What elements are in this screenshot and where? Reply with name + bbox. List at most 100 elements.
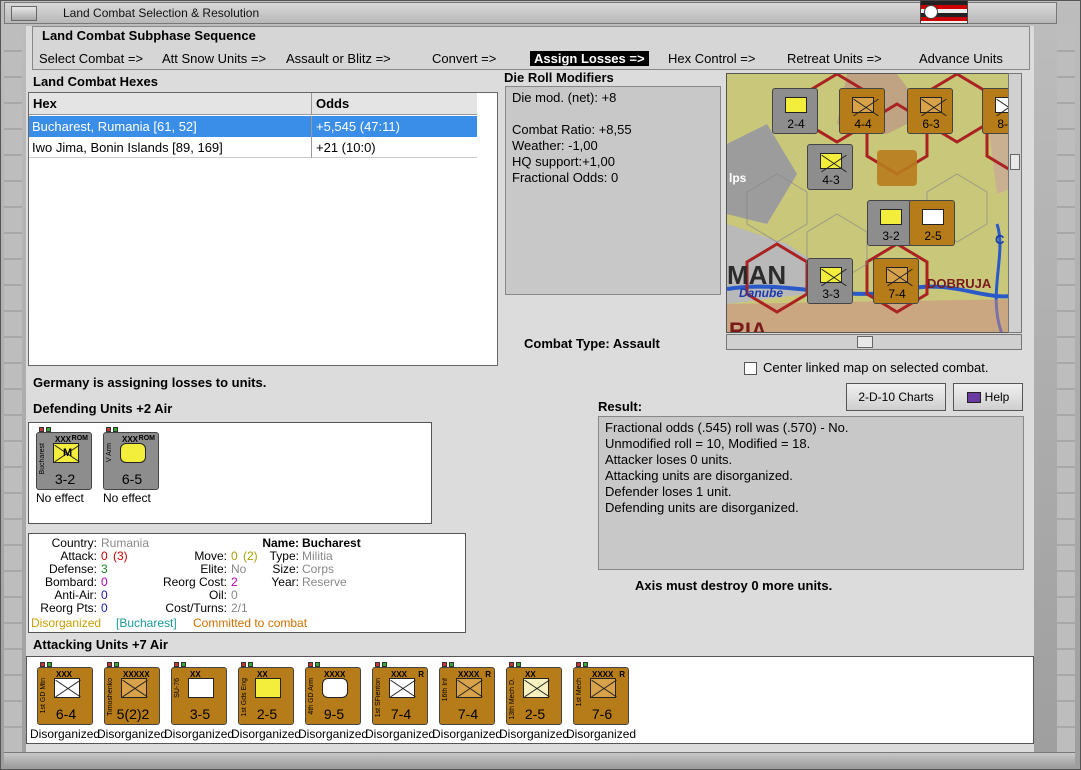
title-bar: Land Combat Selection & Resolution <box>4 2 1057 24</box>
axis-message: Axis must destroy 0 more units. <box>635 578 833 593</box>
result-line: Unmodified roll = 10, Modified = 18. <box>605 436 811 451</box>
die-roll-box: Die mod. (net): +8 Combat Ratio: +8,55 W… <box>505 86 721 295</box>
detail-value: 0 <box>101 588 108 602</box>
combat-type: Combat Type: Assault <box>524 336 660 351</box>
map-counter[interactable]: 4-4 <box>839 88 885 134</box>
result-line: Defending units are disorganized. <box>605 500 799 515</box>
detail-label: Attack: <box>60 549 97 563</box>
attacking-label: Attacking Units +7 Air <box>33 637 168 652</box>
center-map-checkbox[interactable] <box>744 362 757 375</box>
assign-losses-message: Germany is assigning losses to units. <box>33 375 267 390</box>
detail-value: No <box>231 562 247 576</box>
map-horizontal-scrollbar[interactable] <box>726 334 1022 350</box>
detail-label: Type: <box>269 549 299 563</box>
attacking-unit-counter[interactable]: XXXXX Timoshenko 5(2)2 <box>104 662 160 725</box>
col-odds[interactable]: Odds <box>316 96 349 111</box>
attacking-unit-counter[interactable]: XX 13th Mech D. 2-5 <box>506 662 562 725</box>
map-vertical-scrollbar[interactable] <box>1008 73 1022 333</box>
attacking-unit-counter[interactable]: XX SU-76 3-5 <box>171 662 227 725</box>
map-label: RIA <box>729 318 767 333</box>
map-counter[interactable]: 3-3 <box>807 258 853 304</box>
map-counter[interactable]: 4-3 <box>807 144 853 190</box>
step-convert[interactable]: Convert => <box>432 51 496 66</box>
defending-unit-counter[interactable]: XXX Bucharest ROM M 3-2 <box>36 427 92 490</box>
detail-value: 0 <box>101 601 108 615</box>
die-roll-line: Die mod. (net): +8 <box>512 90 617 105</box>
defending-units-box: XXX Bucharest ROM M 3-2 No effect XXX V … <box>28 422 432 524</box>
system-menu-button[interactable] <box>11 6 37 21</box>
defending-unit-counter[interactable]: XXX V Arm ROM 6-5 <box>103 427 159 490</box>
detail-value: 0 <box>101 549 108 563</box>
attacking-unit-status: Disorganized <box>298 727 369 741</box>
map-counter[interactable]: 6-3 <box>907 88 953 134</box>
map-counter[interactable]: 2-5 <box>909 200 955 246</box>
attacking-unit-status: Disorganized <box>97 727 168 741</box>
attacking-unit-status: Disorganized <box>365 727 436 741</box>
die-roll-label: Die Roll Modifiers <box>504 70 614 85</box>
map-counter[interactable]: 2-4 <box>772 88 818 134</box>
nation-flag-icon <box>920 0 968 24</box>
map-label: Danube <box>739 286 784 300</box>
result-line: Attacker loses 0 units. <box>605 452 733 467</box>
unit-details: Country: Rumania Attack: 0 (3) Defense: … <box>28 533 466 633</box>
center-map-label: Center linked map on selected combat. <box>763 360 989 375</box>
detail-value: Bucharest <box>302 536 361 550</box>
attacking-unit-counter[interactable]: XXXX 1st Mech R 7-6 <box>573 662 629 725</box>
col-hex[interactable]: Hex <box>33 96 57 111</box>
detail-value: Militia <box>302 549 333 563</box>
detail-label: Size: <box>272 562 299 576</box>
map-label: DOBRUJA <box>927 276 992 291</box>
hex-cell: Bucharest, Rumania [61, 52] <box>32 119 197 134</box>
step-assign-losses[interactable]: Assign Losses => <box>530 51 649 66</box>
hex-row[interactable]: Bucharest, Rumania [61, 52] +5,545 (47:1… <box>29 116 477 137</box>
map-counter[interactable]: 7-4 <box>873 258 919 304</box>
aircraft-counter-icon[interactable] <box>877 150 917 186</box>
attacking-unit-counter[interactable]: XXXX 4th GD Arm 9-5 <box>305 662 361 725</box>
die-roll-line: HQ support:+1,00 <box>512 154 615 169</box>
attacking-unit-counter[interactable]: XXX 1st GD Mtn 6-4 <box>37 662 93 725</box>
defending-unit-result: No effect <box>36 491 84 505</box>
detail-value: 2/1 <box>231 601 248 615</box>
map-label: C <box>995 232 1005 247</box>
defending-label: Defending Units +2 Air <box>33 401 173 416</box>
map-counter[interactable]: 3-2 <box>867 200 913 246</box>
attacking-unit-status: Disorganized <box>164 727 235 741</box>
detail-label: Country: <box>51 536 97 550</box>
hex-table: Hex Odds Bucharest, Rumania [61, 52] +5,… <box>28 92 498 366</box>
detail-value: 3 <box>101 562 108 576</box>
attacking-units-box: XXX 1st GD Mtn 6-4 Disorganized XXXXX Timo… <box>26 656 1034 744</box>
result-line: Attacking units are disorganized. <box>605 468 793 483</box>
die-roll-line: Fractional Odds: 0 <box>512 170 619 185</box>
step-select-combat[interactable]: Select Combat => <box>39 51 143 66</box>
step-advance-units[interactable]: Advance Units <box>919 51 1003 66</box>
detail-label: Year: <box>271 575 299 589</box>
detail-label: Cost/Turns: <box>165 601 227 615</box>
help-button[interactable]: Help <box>953 383 1023 411</box>
step-assault-or-blitz[interactable]: Assault or Blitz => <box>286 51 391 66</box>
detail-value: Corps <box>302 562 335 576</box>
result-line: Defender loses 1 unit. <box>605 484 732 499</box>
step-att-snow-units[interactable]: Att Snow Units => <box>162 51 266 66</box>
help-book-icon <box>966 391 981 403</box>
detail-label: Anti-Air: <box>54 588 97 602</box>
combat-type-label: Combat Type: <box>524 336 610 351</box>
detail-value: Rumania <box>101 536 150 550</box>
step-retreat-units[interactable]: Retreat Units => <box>787 51 882 66</box>
status-location: [Bucharest] <box>116 616 177 630</box>
odds-cell: +5,545 (47:11) <box>316 119 400 134</box>
result-line: Fractional odds (.545) roll was (.570) -… <box>605 420 849 435</box>
hex-row[interactable]: Iwo Jima, Bonin Islands [89, 169] +21 (1… <box>29 137 477 158</box>
linked-map[interactable]: lps MAN Danube DOBRUJA RIA C 2-4 4-4 6-3… <box>726 73 1022 333</box>
charts-button[interactable]: 2-D-10 Charts <box>846 383 946 411</box>
left-rail <box>4 26 22 756</box>
map-label: lps <box>729 171 747 185</box>
step-hex-control[interactable]: Hex Control => <box>668 51 755 66</box>
window-title: Land Combat Selection & Resolution <box>63 6 260 20</box>
attacking-unit-counter[interactable]: XX 1st Gds Eng 2-5 <box>238 662 294 725</box>
attacking-unit-counter[interactable]: XXXX 16th Inf R 7-4 <box>439 662 495 725</box>
attacking-unit-counter[interactable]: XXX 1st SFieriton R 7-4 <box>372 662 428 725</box>
detail-value: 0 <box>231 549 238 563</box>
charts-button-label: 2-D-10 Charts <box>858 390 934 404</box>
subphase-title: Land Combat Subphase Sequence <box>40 28 258 43</box>
odds-cell: +21 (10:0) <box>316 140 376 155</box>
